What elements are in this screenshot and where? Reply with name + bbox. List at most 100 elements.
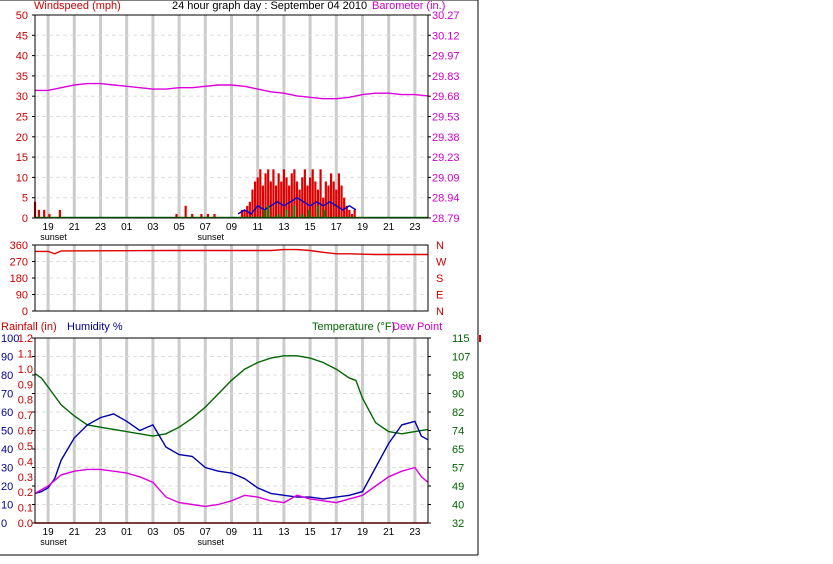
temperature-tick-label: 49: [452, 481, 464, 493]
edge-marker: [479, 335, 481, 342]
humidity-tick-label: 50: [1, 426, 13, 438]
rainfall-tick-label: 0.5: [18, 441, 33, 453]
direction-tick-label: 180: [10, 273, 28, 285]
windspeed-bar: [303, 169, 306, 218]
barometer-tick-label: 30.12: [432, 30, 460, 42]
windspeed-bar: [256, 177, 259, 218]
green-bar: [267, 205, 270, 218]
humidity-tick-label: 60: [1, 407, 13, 419]
chart-title: 24 hour graph day : September 04 2010: [172, 0, 367, 12]
rainfall-tick-label: 0.0: [18, 518, 33, 530]
windspeed-bar: [272, 169, 275, 218]
barometer-tick-label: 29.53: [432, 112, 460, 124]
direction-tick-label: 270: [10, 257, 28, 269]
temperature-tick-label: 90: [452, 389, 464, 401]
windspeed-bar: [277, 173, 280, 218]
x-tick-label: 09: [226, 222, 238, 233]
barometer-tick-label: 29.38: [432, 132, 460, 144]
rainfall-tick-label: 0.9: [18, 379, 33, 391]
weather-graph-canvas: Windspeed (mph) 24 hour graph day : Sept…: [0, 0, 481, 556]
windspeed-bar: [184, 205, 187, 218]
windspeed-tick-label: 40: [16, 51, 28, 63]
x-tick-label: 21: [383, 222, 395, 233]
direction-tick-label: 360: [10, 240, 28, 252]
rainfall-tick-label: 1.2: [18, 333, 33, 345]
sunset-label: sunset: [40, 537, 67, 547]
sunset-label: sunset: [40, 232, 67, 242]
x-tick-label: 17: [331, 222, 343, 233]
barometer-tick-label: 28.79: [432, 213, 460, 225]
temperature-tick-label: 40: [452, 500, 464, 512]
windspeed-bar: [335, 189, 338, 218]
windspeed-bar: [295, 181, 299, 218]
compass-label: S: [436, 273, 443, 285]
windspeed-bar: [311, 169, 314, 218]
windspeed-bar: [319, 169, 322, 218]
windspeed-tick-label: 0: [22, 213, 28, 225]
x-tick-label: 05: [174, 222, 186, 233]
rainfall-tick-label: 0.2: [18, 487, 33, 499]
windspeed-bar: [329, 173, 333, 218]
temperature-tick-label: 65: [452, 444, 464, 456]
x-tick-label: 05: [174, 527, 186, 538]
x-tick-label: 23: [409, 527, 421, 538]
windspeed-bar: [282, 169, 285, 218]
x-tick-label: 15: [305, 527, 317, 538]
x-tick-label: 19: [357, 527, 369, 538]
x-tick-label: 01: [121, 222, 133, 233]
compass-label: W: [436, 257, 447, 269]
rainfall-tick-label: 0.1: [18, 503, 33, 515]
humidity-tick-label: 100: [1, 333, 19, 345]
temperature-tick-label: 57: [452, 463, 464, 475]
wind-direction-panel: 090180270360 NWSEN: [10, 240, 447, 318]
windspeed-bar: [269, 181, 272, 218]
vertical-gridline: [151, 15, 155, 218]
windspeed-tick-label: 10: [16, 172, 28, 184]
x-tick-label: 23: [95, 222, 107, 233]
x-tick-label: 09: [226, 527, 238, 538]
x-tick-label: 11: [253, 222, 264, 233]
windspeed-bar: [332, 181, 335, 218]
rainfall-tick-label: 0.7: [18, 410, 33, 422]
humidity-tick-label: 10: [1, 500, 13, 512]
windspeed-bar: [248, 201, 251, 218]
windspeed-bar: [340, 185, 343, 218]
x-tick-label: 03: [147, 222, 159, 233]
x-tick-label: 15: [305, 222, 317, 233]
rain-humidity-temperature-panel: 01020304050607080901000.00.10.20.30.40.5…: [1, 333, 470, 547]
compass-label: E: [436, 290, 443, 302]
humidity-tick-label: 70: [1, 389, 13, 401]
compass-label: N: [436, 240, 444, 252]
x-tick-label: 23: [95, 527, 107, 538]
humidity-tick-label: 30: [1, 463, 13, 475]
weather-graph-window: Windspeed (mph) 24 hour graph day : Sept…: [0, 0, 833, 559]
vertical-gridline: [151, 338, 155, 523]
x-tick-label: 21: [69, 222, 81, 233]
barometer-tick-label: 29.83: [432, 71, 460, 83]
barometer-tick-label: 29.23: [432, 152, 460, 164]
temperature-tick-label: 115: [452, 333, 470, 345]
windspeed-tick-label: 20: [16, 132, 28, 144]
windspeed-bar: [280, 181, 283, 218]
x-tick-label: 21: [69, 527, 81, 538]
x-tick-label: 01: [121, 527, 133, 538]
vertical-gridline: [256, 338, 260, 523]
barometer-tick-label: 29.09: [432, 172, 460, 184]
x-tick-label: 13: [278, 527, 290, 538]
sunset-label: sunset: [197, 537, 224, 547]
barometer-tick-label: 29.68: [432, 91, 460, 103]
humidity-tick-label: 0: [1, 518, 7, 530]
green-bar: [293, 205, 296, 218]
windspeed-tick-label: 45: [16, 30, 28, 42]
temperature-tick-label: 32: [452, 518, 464, 530]
temperature-tick-label: 98: [452, 370, 464, 382]
wind-barometer-panel: 0510152025303540455028.7928.9429.0929.23…: [16, 10, 460, 242]
rainfall-tick-label: 1.1: [18, 348, 33, 360]
temperature-axis-title: Temperature (°F): [312, 321, 395, 333]
humidity-axis-title: Humidity %: [67, 321, 123, 333]
vertical-gridline: [256, 245, 260, 311]
rainfall-tick-label: 0.8: [18, 395, 33, 407]
humidity-tick-label: 80: [1, 370, 13, 382]
green-bar: [316, 205, 319, 218]
barometer-tick-label: 29.97: [432, 51, 460, 63]
